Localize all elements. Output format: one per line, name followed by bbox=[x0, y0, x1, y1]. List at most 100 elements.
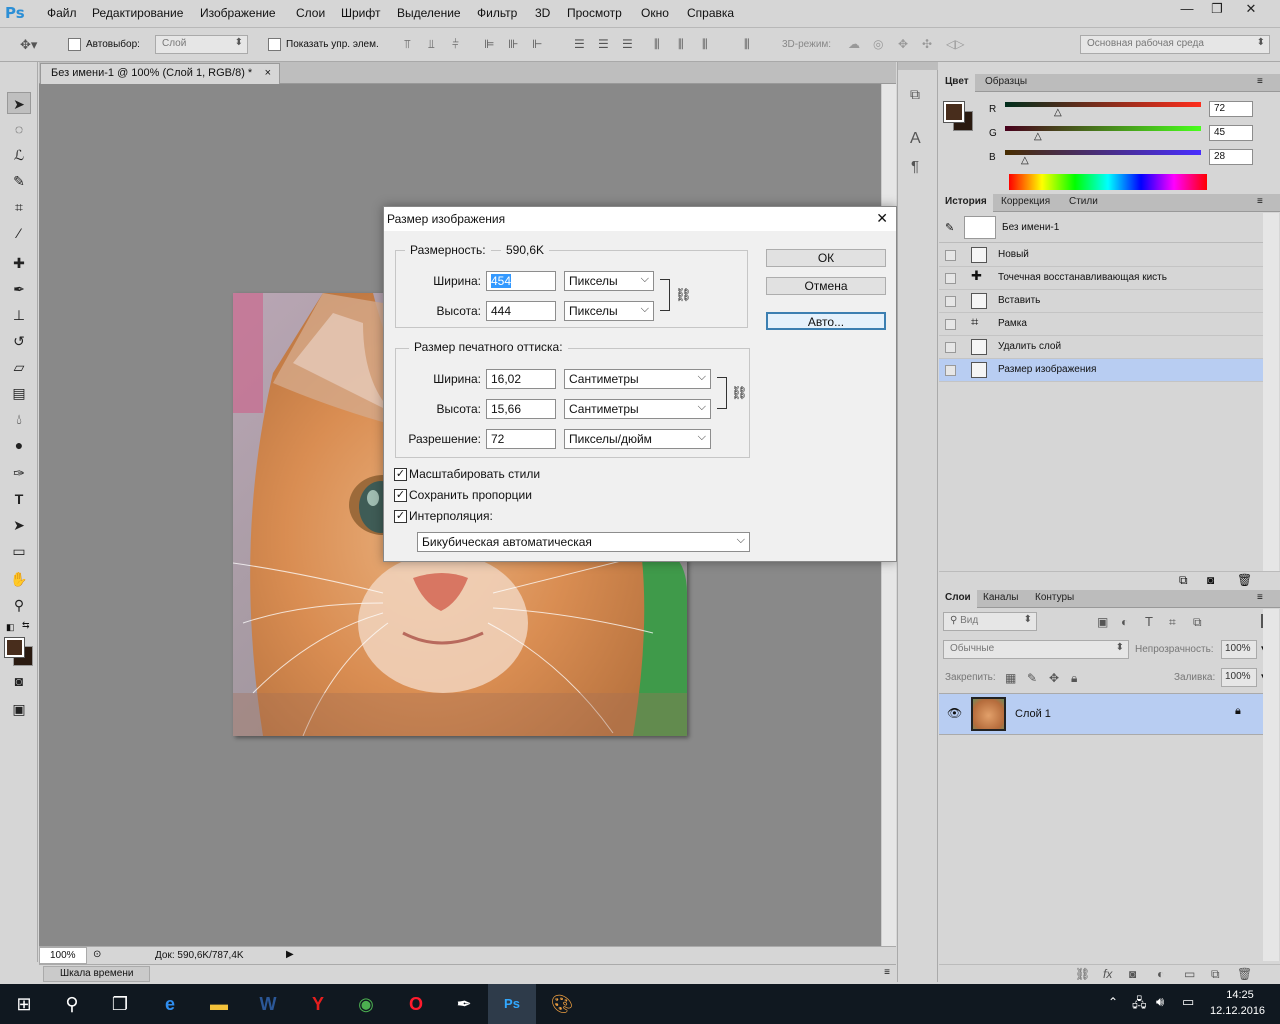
volume-icon[interactable]: 🔊︎ bbox=[1156, 994, 1164, 1010]
windows-start-icon[interactable]: ⊞ bbox=[0, 984, 48, 1024]
workspace-dropdown[interactable]: Основная рабочая среда ⬍ bbox=[1080, 35, 1270, 54]
3d-roll-icon[interactable]: ◎ bbox=[873, 37, 883, 51]
link-layers-icon[interactable]: ⛓ bbox=[1075, 967, 1090, 981]
g-field[interactable]: 45 bbox=[1209, 125, 1253, 141]
clock-time[interactable]: 14:25 bbox=[1218, 989, 1262, 1001]
new-document-from-state-icon[interactable]: ⧉ bbox=[1179, 573, 1188, 588]
lock-pixels-icon[interactable]: ✎ bbox=[1027, 671, 1037, 685]
menu-layers[interactable]: Слои bbox=[296, 6, 325, 20]
task-view-icon[interactable]: ❐ bbox=[96, 984, 144, 1024]
brush-tool-icon[interactable]: ✒ bbox=[7, 278, 31, 300]
resolution-field[interactable]: 72 bbox=[486, 429, 556, 449]
quick-select-tool-icon[interactable]: ✎ bbox=[7, 170, 31, 192]
panel-menu-icon[interactable]: ≡ bbox=[884, 967, 890, 978]
print-width-field[interactable]: 16,02 bbox=[486, 369, 556, 389]
menu-file[interactable]: Файл bbox=[47, 6, 77, 20]
auto-button[interactable]: Авто... bbox=[766, 312, 886, 330]
yandex-browser-icon[interactable]: Y bbox=[294, 984, 342, 1024]
px-width-unit-dropdown[interactable]: Пикселы ⌵ bbox=[564, 271, 654, 291]
lasso-tool-icon[interactable]: ℒ bbox=[7, 144, 31, 166]
3d-scale-icon[interactable]: ◁▷ bbox=[946, 37, 964, 51]
color-fg-swatch[interactable] bbox=[943, 101, 965, 123]
opacity-field[interactable]: 100% bbox=[1221, 640, 1257, 659]
status-menu-arrow-icon[interactable]: ▶ bbox=[286, 949, 294, 960]
menu-3d[interactable]: 3D bbox=[535, 6, 550, 20]
resolution-unit-dropdown[interactable]: Пикселы/дюйм ⌵ bbox=[564, 429, 711, 449]
align-right-icon[interactable]: ⊩ bbox=[532, 37, 542, 51]
r-slider-handle[interactable]: △ bbox=[1054, 107, 1062, 118]
menu-type[interactable]: Шрифт bbox=[341, 6, 380, 20]
distribute-bottom-icon[interactable]: ☰ bbox=[622, 37, 633, 51]
filter-smart-object-icon[interactable]: ⧉ bbox=[1193, 615, 1202, 630]
quick-mask-icon[interactable]: ◙ bbox=[7, 670, 31, 692]
close-tab-icon[interactable]: × bbox=[265, 67, 271, 79]
screen-mode-icon[interactable]: ▣ bbox=[7, 698, 31, 720]
filter-shape-icon[interactable]: ⌗ bbox=[1169, 615, 1176, 630]
history-item[interactable]: Удалить слой bbox=[939, 336, 1263, 359]
delete-layer-icon[interactable]: 🗑︎ bbox=[1237, 967, 1252, 981]
chrome-icon[interactable]: ◉ bbox=[342, 984, 390, 1024]
tab-color[interactable]: Цвет bbox=[939, 74, 975, 92]
3d-pan-icon[interactable]: ✥ bbox=[898, 37, 908, 51]
menu-edit[interactable]: Редактирование bbox=[92, 6, 183, 20]
align-hcenter-icon[interactable]: ⊪ bbox=[508, 37, 518, 51]
tab-channels[interactable]: Каналы bbox=[977, 590, 1025, 608]
resample-method-dropdown[interactable]: Бикубическая автоматическая ⌵ bbox=[417, 532, 750, 552]
hand-tool-icon[interactable]: ✋ bbox=[7, 568, 31, 590]
edge-browser-icon[interactable]: e bbox=[146, 984, 194, 1024]
new-group-icon[interactable]: ▭ bbox=[1184, 967, 1195, 981]
menu-view[interactable]: Просмотр bbox=[567, 6, 622, 20]
distribute-left-icon[interactable]: ⫼ bbox=[654, 37, 660, 52]
zoom-tool-icon[interactable]: ⚲ bbox=[7, 594, 31, 616]
pen-tool-icon[interactable]: ✑ bbox=[7, 462, 31, 484]
trash-icon[interactable]: 🗑︎ bbox=[1237, 573, 1252, 587]
history-source-box[interactable] bbox=[945, 342, 956, 353]
px-width-field[interactable]: 454 bbox=[486, 271, 556, 291]
layer-filter-dropdown[interactable]: ⚲ Вид ⬍ bbox=[943, 612, 1037, 631]
restore-button[interactable]: ❐ bbox=[1202, 0, 1232, 20]
history-item[interactable]: Вставить bbox=[939, 290, 1263, 313]
paragraph-panel-icon[interactable]: ¶ bbox=[911, 158, 919, 175]
timeline-tab[interactable]: Шкала времени bbox=[43, 966, 151, 982]
b-slider[interactable] bbox=[1005, 150, 1201, 155]
eye-icon[interactable]: 👁︎ bbox=[947, 706, 962, 720]
new-layer-icon[interactable]: ⧉ bbox=[1211, 967, 1220, 982]
lock-all-icon[interactable]: 🔒︎ bbox=[1071, 671, 1077, 686]
autoselect-dropdown[interactable]: Слой ⬍ bbox=[155, 35, 248, 54]
history-scrollbar[interactable] bbox=[1263, 213, 1279, 583]
clock-date[interactable]: 12.12.2016 bbox=[1210, 1005, 1265, 1017]
history-snapshot[interactable]: ✎ Без имени-1 bbox=[939, 213, 1263, 243]
b-slider-handle[interactable]: △ bbox=[1021, 155, 1029, 166]
3d-slide-icon[interactable]: ✣ bbox=[922, 37, 932, 51]
type-tool-icon[interactable]: T bbox=[7, 488, 31, 510]
layers-scrollbar[interactable] bbox=[1263, 609, 1279, 961]
blend-mode-dropdown[interactable]: Обычные ⬍ bbox=[943, 640, 1129, 659]
history-source-box[interactable] bbox=[945, 319, 956, 330]
history-brush-source-icon[interactable]: ✎ bbox=[945, 221, 954, 234]
panel-menu-icon[interactable]: ≡ bbox=[1257, 196, 1263, 207]
keyboard-layout-icon[interactable]: ▭ bbox=[1182, 994, 1194, 1010]
3d-rotate-icon[interactable]: ☁ bbox=[848, 37, 860, 51]
panel-menu-icon[interactable]: ≡ bbox=[1257, 76, 1263, 87]
filter-type-icon[interactable]: T bbox=[1145, 614, 1153, 629]
px-height-field[interactable]: 444 bbox=[486, 301, 556, 321]
menu-select[interactable]: Выделение bbox=[397, 6, 461, 20]
adjustment-layer-icon[interactable]: ◐ bbox=[1157, 967, 1164, 981]
dodge-tool-icon[interactable]: ● bbox=[7, 434, 31, 456]
move-tool-icon[interactable]: ➤ bbox=[7, 92, 31, 114]
distribute-hcenter-icon[interactable]: ⫼ bbox=[678, 37, 684, 52]
history-item[interactable]: ✚ Точечная восстанавливающая кисть bbox=[939, 267, 1263, 290]
print-width-unit-dropdown[interactable]: Сантиметры ⌵ bbox=[564, 369, 711, 389]
pen-app-icon[interactable]: ✒ bbox=[440, 984, 488, 1024]
search-icon[interactable]: ⚲ bbox=[48, 984, 96, 1024]
tab-adjustments[interactable]: Коррекция bbox=[995, 194, 1056, 212]
rectangle-tool-icon[interactable]: ▭ bbox=[7, 540, 31, 562]
status-info-icon[interactable]: ⊙ bbox=[93, 949, 101, 960]
document-tab[interactable]: Без имени-1 @ 100% (Слой 1, RGB/8) * × bbox=[40, 63, 280, 84]
align-top-icon[interactable]: ⫪ bbox=[404, 37, 411, 52]
crop-tool-icon[interactable]: ⌗ bbox=[7, 196, 31, 218]
close-window-button[interactable]: ✕ bbox=[1236, 0, 1266, 20]
tab-swatches[interactable]: Образцы bbox=[979, 74, 1033, 92]
fx-icon[interactable]: fx bbox=[1103, 967, 1112, 981]
menu-filter[interactable]: Фильтр bbox=[477, 6, 517, 20]
